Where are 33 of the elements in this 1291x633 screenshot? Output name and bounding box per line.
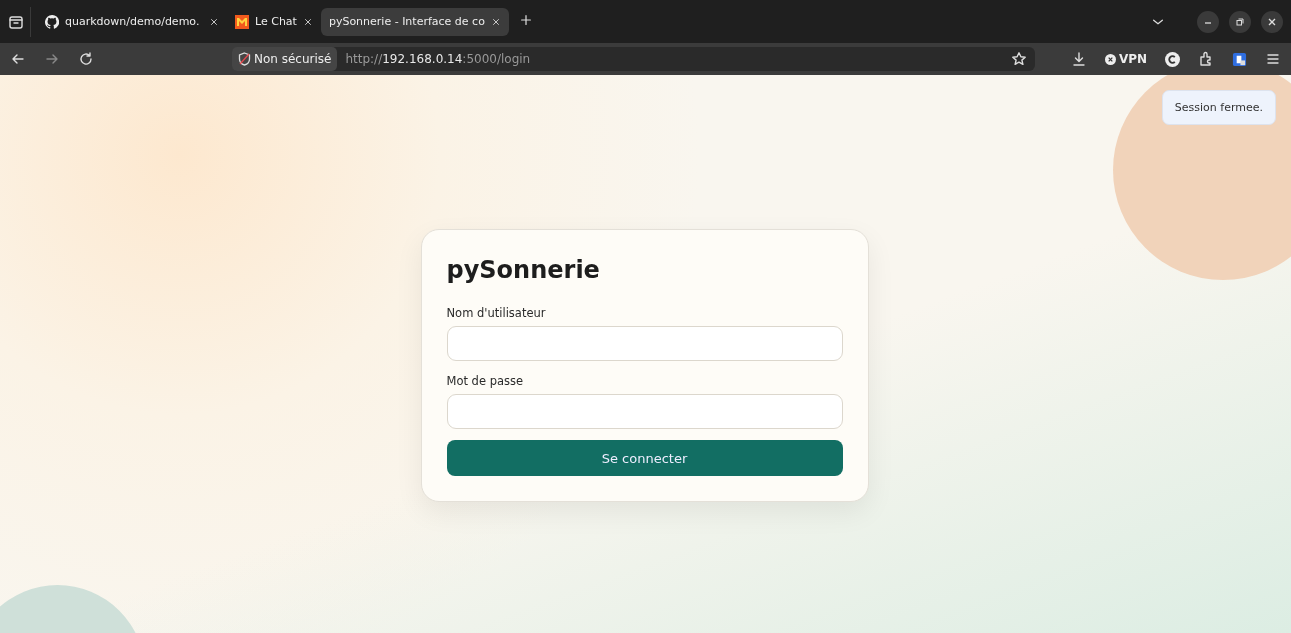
app-title: pySonnerie	[446, 256, 600, 284]
restore-icon	[1235, 16, 1245, 27]
toast-message: Session fermee.	[1161, 90, 1276, 125]
reload-icon[interactable]	[77, 51, 94, 67]
tab-list-icon[interactable]	[8, 13, 24, 30]
address-bar[interactable]: Non sécurisé http://192.168.0.14:5000/login	[231, 47, 1035, 71]
vpn-button[interactable]: VPN	[1104, 52, 1148, 66]
browser-tab[interactable]: pySonnerie - Interface de co	[320, 7, 509, 36]
close-window-button[interactable]	[1261, 10, 1283, 33]
field-label: Nom d'utilisateur	[446, 306, 546, 320]
field-label: Mot de passe	[446, 374, 524, 388]
extension-c-icon[interactable]	[1165, 51, 1181, 67]
security-indicator[interactable]: Non sécurisé	[231, 47, 338, 71]
close-icon[interactable]	[209, 16, 219, 27]
close-icon[interactable]	[490, 16, 501, 27]
password-field[interactable]	[446, 394, 843, 429]
close-icon	[1267, 16, 1277, 27]
username-field[interactable]	[446, 326, 843, 361]
m-logo-icon	[235, 14, 249, 29]
restore-button[interactable]	[1229, 10, 1251, 33]
menu-icon[interactable]	[1265, 51, 1282, 67]
cat-logo-icon	[45, 14, 59, 29]
minimize-button[interactable]	[1197, 10, 1219, 33]
url-text: http://192.168.0.14:5000/login	[345, 52, 532, 66]
close-circle-icon	[1104, 53, 1116, 65]
browser-tab[interactable]: Le Chat	[227, 7, 321, 36]
shield-extension-icon[interactable]	[1232, 51, 1248, 67]
browser-tab[interactable]: quarkdown/demo/demo.	[37, 7, 227, 36]
new-tab-icon[interactable]	[518, 13, 533, 27]
download-icon[interactable]	[1071, 51, 1087, 67]
close-icon[interactable]	[302, 16, 313, 27]
login-button[interactable]: Se connecter	[446, 440, 843, 476]
bookmark-star-icon[interactable]	[1011, 51, 1027, 67]
